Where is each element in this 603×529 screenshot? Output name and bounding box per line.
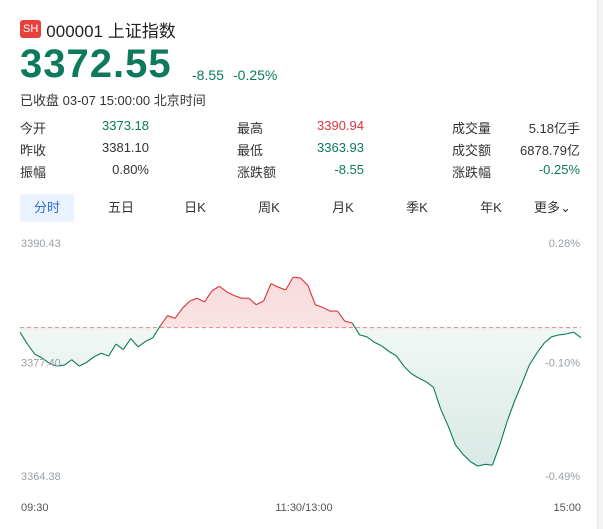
stat-label: 昨收 bbox=[20, 143, 47, 158]
y-right-tick: 0.28% bbox=[549, 238, 580, 250]
stat-value: 3381.10 bbox=[102, 140, 149, 155]
stat-value: 6878.79亿 bbox=[520, 143, 580, 158]
intraday-chart[interactable]: 3390.43 3377.40 3364.38 0.28% -0.10% -0.49% 09… bbox=[0, 230, 597, 520]
stock-header: SH 000001 上证指数 bbox=[20, 18, 176, 41]
market-badge: SH bbox=[20, 20, 42, 38]
stat-value: 3373.18 bbox=[102, 118, 149, 133]
stat-label: 最高 bbox=[237, 121, 264, 136]
stat-label: 今开 bbox=[20, 121, 47, 136]
stat-value: 0.80% bbox=[112, 162, 149, 177]
tab-7[interactable]: 更多⌄ bbox=[528, 194, 577, 222]
tab-3[interactable]: 周K bbox=[242, 194, 296, 222]
stat-label: 振幅 bbox=[20, 165, 47, 180]
y-right-tick: -0.49% bbox=[545, 471, 580, 483]
y-left-tick: 3364.38 bbox=[21, 471, 61, 483]
stat-label: 成交额 bbox=[452, 143, 492, 158]
stat-value: 3390.94 bbox=[317, 118, 364, 133]
x-tick: 11:30/13:00 bbox=[275, 502, 332, 514]
tab-5[interactable]: 季K bbox=[390, 194, 444, 222]
stat-value: -8.55 bbox=[334, 162, 364, 177]
x-tick: 09:30 bbox=[21, 502, 49, 514]
price-change-pct: -0.25% bbox=[233, 67, 278, 83]
y-left-tick: 3390.43 bbox=[21, 238, 61, 250]
y-left-tick: 3377.40 bbox=[21, 358, 61, 370]
stat-label: 涨跌幅 bbox=[452, 165, 492, 180]
stat-value: -0.25% bbox=[538, 162, 580, 177]
tab-1[interactable]: 五日 bbox=[94, 194, 148, 222]
last-price: 3372.55 bbox=[20, 42, 172, 86]
quote-panel: SH 000001 上证指数 3372.55 -8.55 -0.25% 已收盘 … bbox=[0, 0, 598, 529]
stat-label: 最低 bbox=[237, 143, 264, 158]
stat-label: 成交量 bbox=[452, 121, 492, 136]
stock-code-name: 000001 上证指数 bbox=[46, 21, 176, 41]
y-right-tick: -0.10% bbox=[545, 358, 580, 370]
stat-value: 3363.93 bbox=[317, 140, 364, 155]
stat-value: 5.18亿手 bbox=[528, 121, 580, 136]
market-status: 已收盘 03-07 15:00:00 北京时间 bbox=[20, 93, 206, 108]
period-tabs: 分时 五日 日K 周K 月K 季K 年K 更多⌄ bbox=[20, 194, 577, 222]
tab-0[interactable]: 分时 bbox=[20, 194, 74, 222]
tab-2[interactable]: 日K bbox=[168, 194, 222, 222]
stat-label: 涨跌额 bbox=[237, 165, 277, 180]
x-tick: 15:00 bbox=[553, 502, 581, 514]
tab-6[interactable]: 年K bbox=[464, 194, 518, 222]
tab-4[interactable]: 月K bbox=[316, 194, 370, 222]
price-change: -8.55 bbox=[192, 67, 224, 83]
